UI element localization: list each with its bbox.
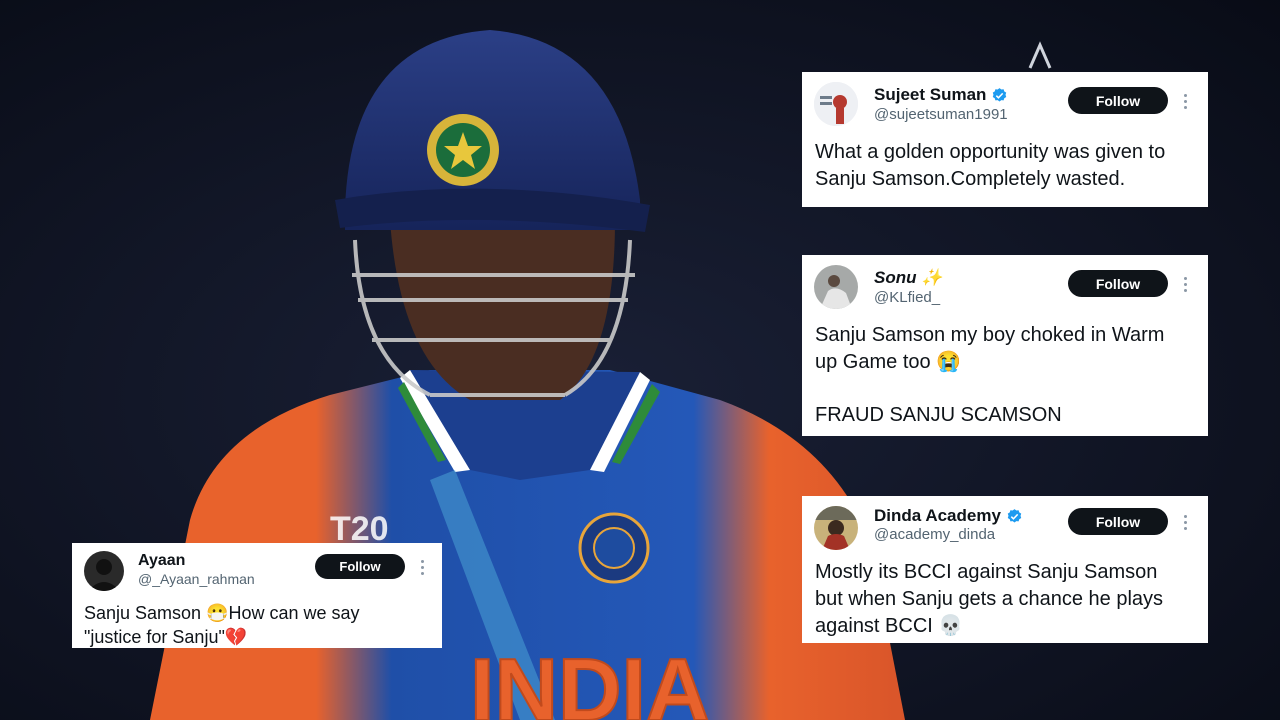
avatar[interactable] — [814, 82, 858, 126]
author-handle[interactable]: @_Ayaan_rahman — [138, 571, 255, 587]
author-handle[interactable]: @academy_dinda — [874, 526, 995, 543]
avatar[interactable] — [84, 551, 124, 591]
more-options-icon[interactable] — [1182, 94, 1188, 109]
author-handle[interactable]: @KLfied_ — [874, 289, 940, 306]
verified-badge-icon — [1006, 508, 1023, 525]
tweet-text: Sanju Samson 😷How can we say "justice fo… — [84, 603, 360, 647]
author-name[interactable]: Sujeet Suman — [874, 85, 986, 105]
follow-button[interactable]: Follow — [315, 554, 405, 579]
tweet-text: Mostly its BCCI against Sanju Samson but… — [815, 561, 1164, 637]
tweet-text: What a golden opportunity was given to S… — [815, 141, 1166, 190]
avatar[interactable] — [814, 265, 858, 309]
jersey-text: INDIA — [470, 640, 710, 720]
tweet-text: Sanju Samson my boy choked in Warm up Ga… — [815, 324, 1165, 426]
follow-button[interactable]: Follow — [1068, 87, 1168, 114]
verified-badge-icon — [991, 87, 1008, 104]
follow-button[interactable]: Follow — [1068, 270, 1168, 297]
more-options-icon[interactable] — [1182, 515, 1188, 530]
more-options-icon[interactable] — [419, 560, 425, 575]
tweet-card-ayaan: Ayaan @_Ayaan_rahman Follow Sanju Samson… — [72, 543, 442, 648]
author-name[interactable]: Sonu ✨ — [874, 268, 942, 288]
avatar[interactable] — [814, 506, 858, 550]
tweet-card-sujeet: Sujeet Suman @sujeetsuman1991 Follow Wha… — [802, 72, 1208, 207]
author-name[interactable]: Ayaan — [138, 552, 185, 570]
tweet-card-sonu: Sonu ✨ @KLfied_ Follow Sanju Samson my b… — [802, 255, 1208, 436]
tweet-card-dinda: Dinda Academy @academy_dinda Follow Most… — [802, 496, 1208, 643]
more-options-icon[interactable] — [1182, 277, 1188, 292]
author-handle[interactable]: @sujeetsuman1991 — [874, 106, 1008, 123]
follow-button[interactable]: Follow — [1068, 508, 1168, 535]
author-name[interactable]: Dinda Academy — [874, 506, 1001, 526]
